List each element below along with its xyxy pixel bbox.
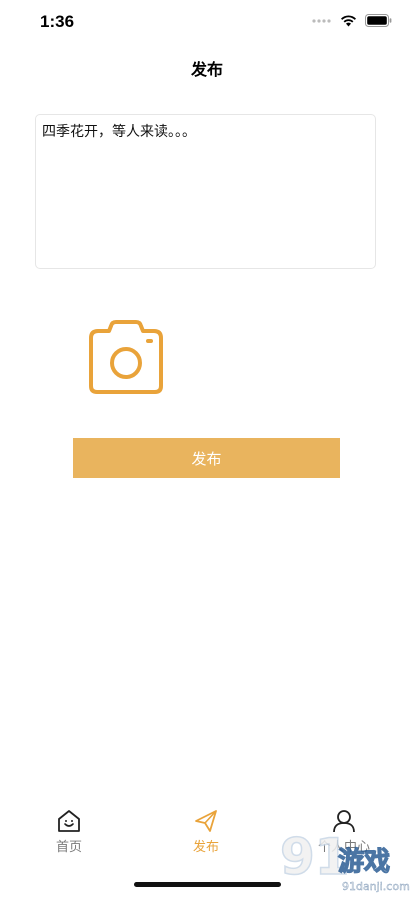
tab-home[interactable]: 首页 (29, 808, 109, 855)
add-photo-button[interactable] (88, 318, 164, 396)
watermark-logo: 91 游戏 91danji.com (279, 827, 414, 896)
svg-text:91danji.com: 91danji.com (342, 880, 410, 893)
paper-plane-icon (195, 810, 217, 832)
wifi-icon (341, 15, 356, 27)
tab-home-label: 首页 (55, 840, 82, 855)
signal-icon (312, 18, 331, 23)
battery-icon (365, 14, 392, 27)
status-icons (312, 14, 392, 27)
publish-button[interactable]: 发布 (73, 438, 340, 478)
status-bar: 1:36 (0, 0, 414, 44)
status-time: 1:36 (40, 12, 75, 31)
home-icon (58, 810, 80, 832)
camera-icon (89, 320, 163, 394)
tab-publish-label: 发布 (192, 840, 219, 855)
page-title: 发布 (190, 60, 223, 79)
home-indicator (134, 882, 281, 887)
svg-text:游戏: 游戏 (338, 847, 390, 877)
tab-publish[interactable]: 发布 (166, 808, 246, 855)
compose-textarea[interactable]: 四季花开，等人来读。。。 (35, 114, 376, 269)
